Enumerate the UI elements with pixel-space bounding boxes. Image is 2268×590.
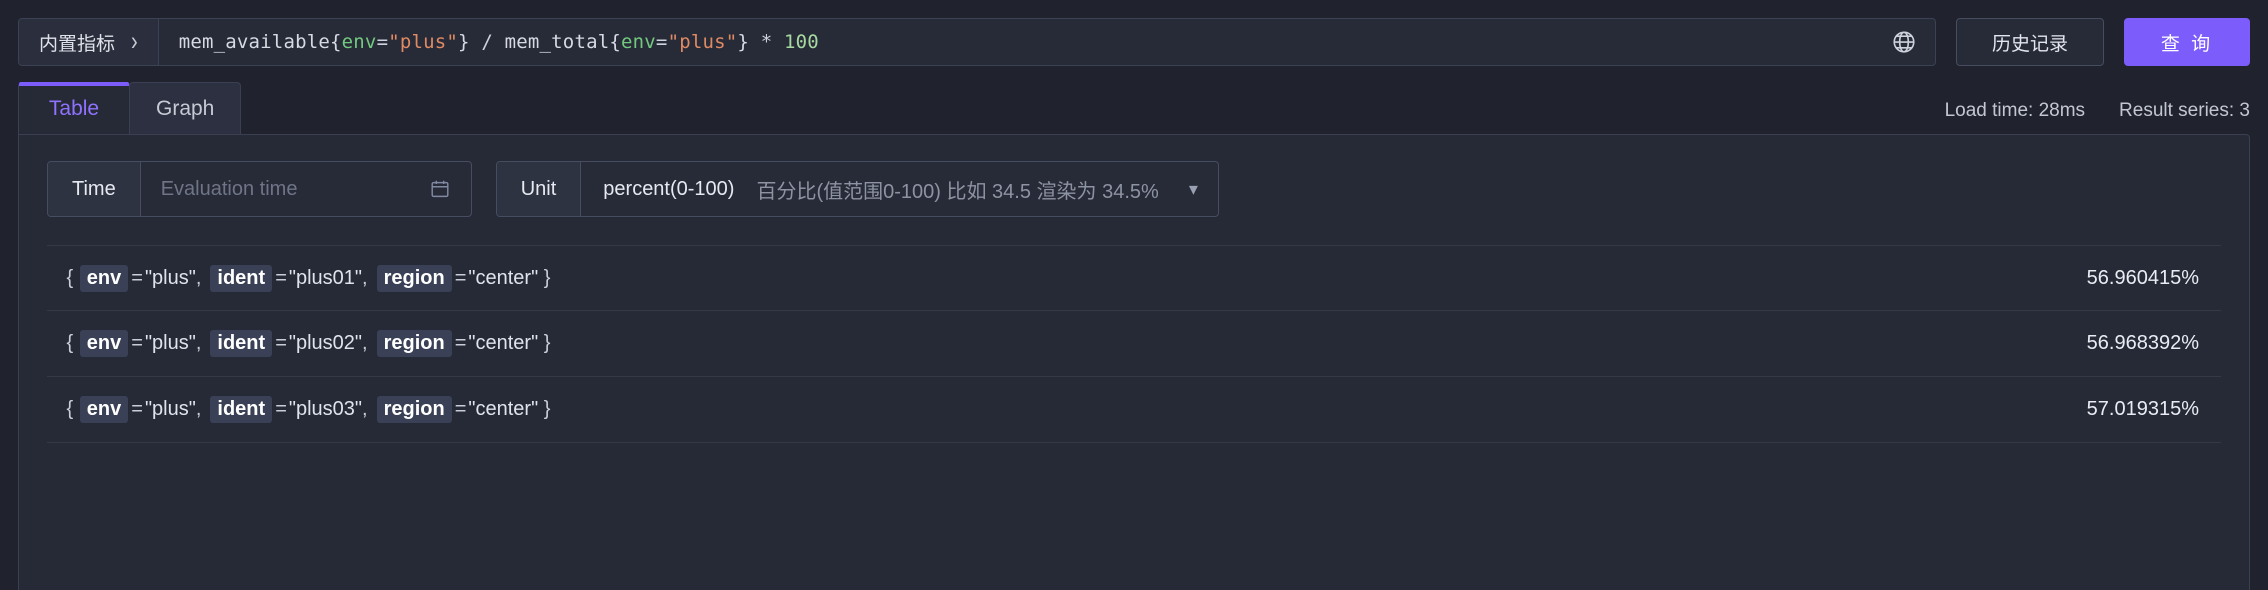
- label-equals: =: [454, 266, 467, 289]
- label-equals: =: [131, 398, 143, 420]
- table-row[interactable]: { env = "plus", ident = "plus03", region = "cent…: [47, 377, 2221, 443]
- result-tabs: Table Graph Load time: 28ms Result serie…: [0, 72, 2268, 134]
- label-value: "plus": [144, 266, 196, 289]
- expr-token-op: /: [481, 31, 493, 53]
- label-key: region: [376, 396, 452, 423]
- result-meta: Load time: 28ms Result series: 3: [1945, 100, 2250, 134]
- calendar-icon[interactable]: [429, 178, 451, 200]
- expr-token-label: env: [621, 31, 656, 53]
- metric-value: 57.019315%: [2086, 398, 2199, 420]
- tab-graph-label: Graph: [156, 96, 215, 120]
- table-row[interactable]: { env = "plus", ident = "plus01", region = "cent…: [47, 245, 2221, 311]
- unit-selected-value: percent(0-100): [603, 177, 735, 200]
- metric-label-set: { env = "plus", ident = "plus01", region = "cent…: [61, 264, 2087, 292]
- label-separator: ,: [362, 398, 368, 420]
- unit-control: Unit percent(0-100) 百分比(值范围0-100) 比如 34.…: [495, 161, 1219, 217]
- history-button[interactable]: 历史记录: [1956, 18, 2104, 66]
- expr-token-plain: mem_available{: [178, 31, 342, 53]
- label-value: "plus": [144, 332, 196, 354]
- evaluation-time-input[interactable]: Evaluation time: [141, 162, 471, 216]
- label-separator: ,: [195, 398, 202, 420]
- brace-close: }: [538, 266, 551, 289]
- promql-expression-text: mem_available{env="plus"} / mem_total{en…: [179, 31, 819, 53]
- load-time-text: Load time: 28ms: [1944, 100, 2086, 121]
- metric-value: 56.968392%: [2086, 332, 2199, 354]
- label-value: "center": [468, 398, 539, 420]
- label-separator: ,: [195, 266, 202, 289]
- label-equals: =: [131, 266, 143, 289]
- unit-label: Unit: [496, 162, 582, 216]
- metric-label-set: { env = "plus", ident = "plus03", region = "cent…: [61, 396, 2087, 423]
- evaluation-time-placeholder: Evaluation time: [160, 177, 298, 200]
- metric-label-set: { env = "plus", ident = "plus02", region = "cent…: [61, 330, 2087, 357]
- result-series-text: Result series: 3: [2119, 100, 2250, 121]
- label-equals: =: [454, 332, 467, 354]
- label-key: ident: [210, 396, 273, 423]
- result-panel: Time Evaluation time Unit percent(0-100)…: [18, 134, 2250, 590]
- promql-explorer: 内置指标 › mem_available{env="plus"} / mem_t…: [0, 0, 2268, 590]
- unit-hint-text: 百分比(值范围0-100) 比如 34.5 渲染为 34.5%: [756, 180, 1159, 203]
- label-equals: =: [275, 332, 287, 354]
- result-table: { env = "plus", ident = "plus01", region = "cent…: [47, 245, 2221, 443]
- expr-token-op: =: [376, 31, 389, 53]
- expr-token-plain: }: [737, 31, 761, 53]
- expr-token-op: *: [760, 31, 773, 53]
- label-key: env: [79, 396, 129, 423]
- label-key: env: [79, 330, 129, 357]
- query-submit-button[interactable]: 查 询: [2124, 18, 2250, 66]
- label-equals: =: [275, 266, 287, 289]
- label-separator: ,: [195, 332, 202, 354]
- label-separator: ,: [362, 332, 368, 354]
- tab-table-label: Table: [48, 96, 100, 120]
- unit-select[interactable]: percent(0-100) 百分比(值范围0-100) 比如 34.5 渲染为…: [581, 162, 1218, 216]
- expr-token-string: "plus": [667, 31, 738, 53]
- chevron-down-icon: ▾: [1188, 178, 1198, 199]
- label-key: region: [376, 264, 452, 292]
- expr-token-plain: [772, 31, 784, 53]
- label-value: "plus02": [288, 332, 363, 354]
- query-input-container: 内置指标 › mem_available{env="plus"} / mem_t…: [18, 18, 1936, 66]
- label-equals: =: [131, 332, 143, 354]
- time-label: Time: [48, 162, 141, 216]
- expr-token-plain: mem_total{: [492, 31, 621, 53]
- tab-graph[interactable]: Graph: [129, 82, 242, 134]
- label-equals: =: [275, 398, 287, 420]
- globe-icon[interactable]: [1881, 19, 1935, 65]
- label-value: "plus": [144, 398, 196, 420]
- brace-open: {: [61, 398, 79, 420]
- label-value: "plus03": [288, 398, 363, 420]
- builtin-metrics-label: 内置指标: [39, 33, 116, 55]
- label-separator: ,: [362, 266, 368, 289]
- result-controls: Time Evaluation time Unit percent(0-100)…: [47, 161, 2221, 217]
- chevron-right-icon: ›: [131, 26, 138, 57]
- label-value: "center": [468, 332, 539, 354]
- label-key: ident: [210, 264, 273, 292]
- brace-close: }: [538, 398, 551, 420]
- brace-open: {: [61, 266, 79, 289]
- promql-expression-input[interactable]: mem_available{env="plus"} / mem_total{en…: [159, 19, 1881, 65]
- brace-close: }: [538, 332, 551, 354]
- label-value: "plus01": [288, 266, 363, 289]
- expr-token-plain: }: [458, 31, 482, 53]
- expr-token-label: env: [341, 31, 377, 53]
- expr-token-string: "plus": [388, 31, 459, 53]
- time-control: Time Evaluation time: [47, 161, 472, 217]
- builtin-metrics-picker[interactable]: 内置指标 ›: [19, 19, 159, 65]
- expr-token-num: 100: [783, 31, 819, 53]
- label-key: ident: [210, 330, 273, 357]
- table-row[interactable]: { env = "plus", ident = "plus02", region = "cent…: [47, 311, 2221, 377]
- label-key: region: [376, 330, 452, 357]
- label-equals: =: [454, 398, 467, 420]
- label-value: "center": [468, 266, 539, 289]
- tab-table[interactable]: Table: [18, 82, 130, 134]
- metric-value: 56.960415%: [2086, 266, 2199, 289]
- label-key: env: [79, 264, 129, 292]
- query-bar: 内置指标 › mem_available{env="plus"} / mem_t…: [0, 0, 2268, 72]
- brace-open: {: [61, 332, 79, 354]
- expr-token-op: =: [655, 31, 668, 53]
